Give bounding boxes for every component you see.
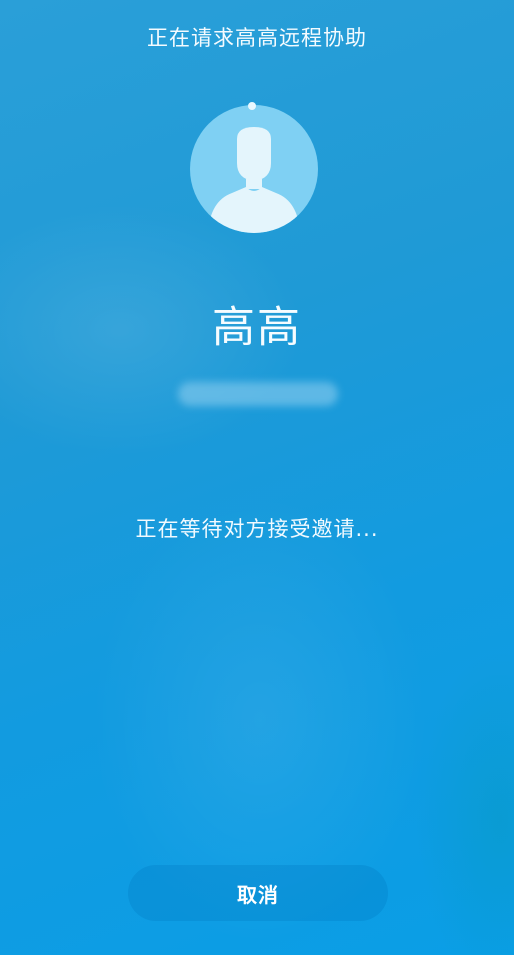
blurred-contact-id: [178, 382, 338, 406]
avatar: [190, 102, 318, 233]
avatar-circle: [190, 105, 318, 233]
cancel-button[interactable]: 取消: [128, 865, 388, 921]
contact-name: 高高: [212, 303, 302, 353]
avatar-indicator-dot: [248, 102, 256, 110]
waiting-status-text: 正在等待对方接受邀请...: [135, 517, 379, 541]
remote-assist-request-screen: 正在请求高高远程协助 高高 正在等待对方接受邀请... 取消: [0, 0, 514, 955]
person-silhouette-icon: [208, 127, 300, 233]
page-title: 正在请求高高远程协助: [147, 26, 367, 50]
